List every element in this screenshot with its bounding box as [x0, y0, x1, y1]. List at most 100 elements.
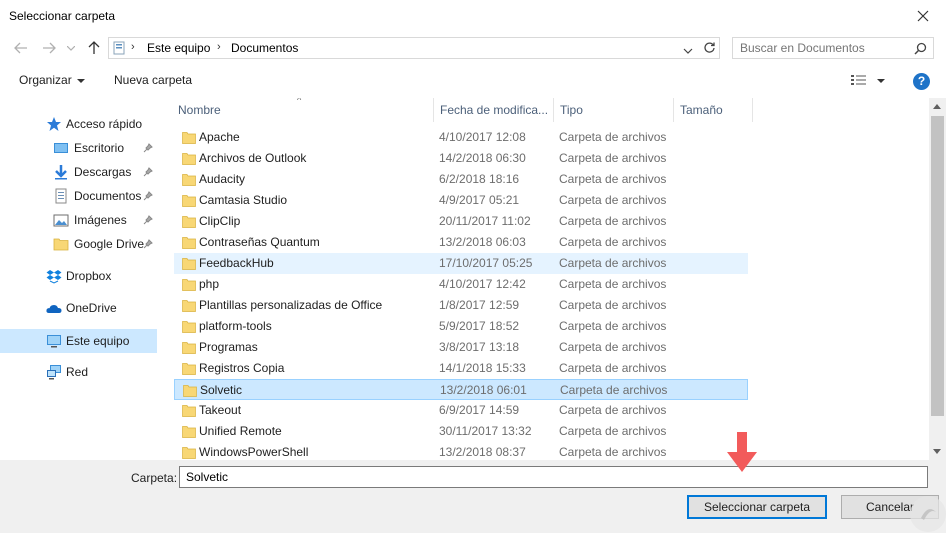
file-date: 14/2/2018 06:30	[439, 151, 526, 165]
refresh-icon[interactable]	[703, 41, 716, 57]
folder-icon	[182, 258, 196, 270]
scroll-down-icon[interactable]	[933, 449, 941, 454]
folder-icon	[182, 300, 196, 312]
list-item[interactable]: Solvetic 13/2/2018 06:01 Carpeta de archiv…	[174, 379, 748, 400]
pin-icon[interactable]	[143, 190, 153, 204]
sidebar-item-imagenes[interactable]: Imágenes	[0, 208, 157, 232]
search-input[interactable]	[733, 38, 911, 58]
sidebar-item-label: Dropbox	[66, 269, 112, 283]
file-name: Audacity	[199, 172, 246, 186]
breadcrumb-este-equipo[interactable]: Este equipo	[147, 41, 210, 55]
forward-arrow-icon	[43, 42, 56, 54]
sidebar-item-descargas[interactable]: Descargas	[0, 160, 157, 184]
list-item[interactable]: Unified Remote 30/11/2017 13:32 Carpeta de…	[174, 421, 748, 442]
address-dropdown-icon[interactable]	[683, 43, 693, 57]
scrollbar-thumb[interactable]	[931, 116, 944, 416]
sidebar-item-dropbox[interactable]: Dropbox	[0, 264, 157, 288]
caret-down-icon	[76, 78, 85, 83]
forward-button[interactable]	[40, 39, 58, 57]
close-button[interactable]	[900, 0, 946, 32]
list-item[interactable]: Registros Copia 14/1/2018 15:33 Carpeta de…	[174, 358, 748, 379]
folder-icon	[182, 132, 196, 144]
file-type: Carpeta de archivos	[559, 319, 667, 333]
organize-menu-button[interactable]: Organizar	[19, 73, 85, 87]
column-divider[interactable]	[752, 98, 753, 122]
sidebar-item-este-equipo[interactable]: Este equipo	[0, 329, 157, 353]
pin-icon[interactable]	[143, 166, 153, 180]
sidebar-item-label: Este equipo	[66, 334, 130, 348]
list-item[interactable]: Archivos de Outlook 14/2/2018 06:30 Carpet…	[174, 148, 748, 169]
recent-locations-button[interactable]	[65, 39, 77, 57]
column-header-type[interactable]: Tipo	[553, 98, 673, 122]
sidebar-item-onedrive[interactable]: OneDrive	[0, 296, 157, 320]
breadcrumb-documentos[interactable]: Documentos	[231, 41, 298, 55]
new-folder-button[interactable]: Nueva carpeta	[114, 73, 192, 87]
list-item[interactable]: Takeout 6/9/2017 14:59 Carpeta de archivos	[174, 400, 748, 421]
sidebar-item-red[interactable]: Red	[0, 360, 157, 384]
select-folder-button[interactable]: Seleccionar carpeta	[687, 495, 827, 519]
up-button[interactable]	[85, 39, 103, 57]
computer-icon	[46, 333, 62, 349]
sidebar-item-documentos[interactable]: Documentos	[0, 184, 157, 208]
sidebar-item-label: Escritorio	[74, 141, 125, 155]
pin-icon[interactable]	[143, 214, 153, 228]
file-date: 1/8/2017 12:59	[439, 298, 520, 312]
list-item[interactable]: Apache 4/10/2017 12:08 Carpeta de archivos	[174, 127, 748, 148]
file-name: Archivos de Outlook	[199, 151, 307, 165]
window-title: Seleccionar carpeta	[9, 9, 116, 23]
view-options-icon[interactable]	[851, 74, 867, 89]
list-item[interactable]: FeedbackHub 17/10/2017 05:25 Carpeta de ar…	[174, 253, 748, 274]
sidebar-item-escritorio[interactable]: Escritorio	[0, 136, 157, 160]
back-button[interactable]	[12, 39, 30, 57]
column-header-label: Tipo	[560, 103, 583, 117]
search-box[interactable]	[732, 37, 934, 59]
file-name: Takeout	[199, 403, 242, 417]
file-type: Carpeta de archivos	[559, 172, 667, 186]
pin-icon[interactable]	[143, 238, 153, 252]
folder-icon	[182, 153, 196, 165]
file-type: Carpeta de archivos	[559, 340, 667, 354]
list-item[interactable]: Audacity 6/2/2018 18:16 Carpeta de archivo…	[174, 169, 748, 190]
breadcrumb-separator-icon: ›	[131, 41, 135, 53]
list-item[interactable]: Plantillas personalizadas de Office 1/8/2…	[174, 295, 748, 316]
file-date: 6/9/2017 14:59	[439, 403, 520, 417]
address-bar[interactable]: › Este equipo › Documentos	[108, 37, 720, 59]
pin-icon[interactable]	[143, 142, 153, 156]
view-caret-icon[interactable]	[877, 79, 885, 83]
up-arrow-icon	[88, 41, 100, 54]
list-item[interactable]: php 4/10/2017 12:42 Carpeta de archivos	[174, 274, 748, 295]
help-button[interactable]: ?	[913, 73, 930, 90]
file-type: Carpeta de archivos	[559, 403, 667, 417]
column-header-date[interactable]: Fecha de modifica...	[433, 98, 553, 122]
folder-input[interactable]	[180, 467, 927, 487]
folder-icon	[182, 363, 196, 375]
folder-field[interactable]	[179, 466, 928, 488]
column-header-name[interactable]: ^ Nombre	[171, 98, 433, 122]
file-date: 20/11/2017 11:02	[439, 214, 531, 228]
column-header-size[interactable]: Tamaño	[673, 98, 753, 122]
chevron-down-icon	[67, 45, 75, 51]
document-icon	[53, 188, 69, 204]
file-type: Carpeta de archivos	[559, 214, 667, 228]
list-item[interactable]: Contraseñas Quantum 13/2/2018 06:03 Carpet…	[174, 232, 748, 253]
list-item[interactable]: WindowsPowerShell 13/2/2018 08:37 Carpeta …	[174, 442, 748, 460]
title-bar: Seleccionar carpeta	[0, 0, 946, 32]
file-date: 4/10/2017 12:08	[439, 130, 526, 144]
sidebar-item-google-drive[interactable]: Google Drive	[0, 232, 157, 256]
vertical-scrollbar[interactable]	[929, 98, 946, 460]
dropbox-icon	[46, 268, 62, 284]
list-item[interactable]: platform-tools 5/9/2017 18:52 Carpeta de a…	[174, 316, 748, 337]
list-item[interactable]: Camtasia Studio 4/9/2017 05:21 Carpeta de …	[174, 190, 748, 211]
file-date: 13/2/2018 06:01	[440, 383, 527, 397]
list-item[interactable]: ClipClip 20/11/2017 11:02 Carpeta de archi…	[174, 211, 748, 232]
file-name: Apache	[199, 130, 240, 144]
file-date: 13/2/2018 08:37	[439, 445, 526, 459]
onedrive-icon	[46, 300, 62, 316]
sidebar-item-label: Documentos	[74, 189, 142, 203]
search-icon[interactable]	[914, 42, 927, 58]
scroll-up-icon[interactable]	[933, 104, 941, 109]
list-item[interactable]: Programas 3/8/2017 13:18 Carpeta de archiv…	[174, 337, 748, 358]
folder-icon	[182, 237, 196, 249]
file-name: WindowsPowerShell	[199, 445, 309, 459]
sidebar-item-acceso-rapido[interactable]: Acceso rápido	[0, 112, 157, 136]
